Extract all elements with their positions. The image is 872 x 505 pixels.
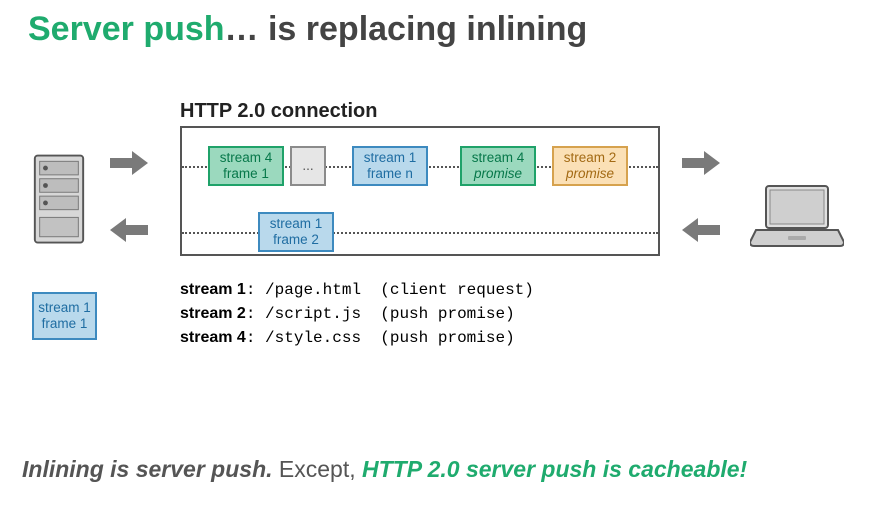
arrow-left-icon <box>680 215 722 245</box>
title-accent: Server push <box>28 10 225 48</box>
server-icon <box>30 150 88 250</box>
frame-stream2-promise: stream 2 promise <box>552 146 628 186</box>
frame-line1: stream 2 <box>564 150 617 166</box>
legend-note: (client request) <box>361 281 534 299</box>
laptop-icon <box>750 182 844 250</box>
connection-box: stream 4 frame 1 ... stream 1 frame n st… <box>180 126 660 256</box>
frame-line1: stream 1 <box>364 150 417 166</box>
frame-line2: promise <box>566 166 614 182</box>
legend-note: (push promise) <box>361 329 515 347</box>
frame-line2: promise <box>474 166 522 182</box>
frame-line1: stream 4 <box>220 150 273 166</box>
connection-label: HTTP 2.0 connection <box>180 100 377 123</box>
frame-line2: frame 2 <box>273 232 319 248</box>
frame-stream4-frame1: stream 4 frame 1 <box>208 146 284 186</box>
legend-row-1: stream 1: /page.html (client request) <box>180 278 534 302</box>
frame-line1: stream 1 <box>38 300 91 316</box>
legend-label: stream 2 <box>180 305 246 322</box>
frame-line2: frame 1 <box>223 166 269 182</box>
legend-path: : /script.js <box>246 305 361 323</box>
footer-accent: HTTP 2.0 server push is cacheable! <box>362 456 747 482</box>
title-rest: … is replacing inlining <box>225 10 588 48</box>
legend-label: stream 1 <box>180 281 246 298</box>
arrow-right-icon <box>108 148 150 178</box>
page-title: Server push… is replacing inlining <box>0 0 872 49</box>
frame-line1: stream 1 <box>270 216 323 232</box>
frame-stream1-frame2: stream 1 frame 2 <box>258 212 334 252</box>
legend-path: : /style.css <box>246 329 361 347</box>
legend-row-2: stream 2: /script.js (push promise) <box>180 302 534 326</box>
frame-stream4-promise: stream 4 promise <box>460 146 536 186</box>
frame-line1: stream 4 <box>472 150 525 166</box>
diagram: HTTP 2.0 connection stream 4 frame 1 ... <box>0 100 872 380</box>
footer-part2: Except, <box>273 456 362 482</box>
arrow-left-icon <box>108 215 150 245</box>
footer-text: Inlining is server push. Except, HTTP 2.… <box>22 456 747 483</box>
legend-note: (push promise) <box>361 305 515 323</box>
frame-server-output: stream 1 frame 1 <box>32 292 97 340</box>
frame-line2: frame 1 <box>42 316 88 332</box>
frame-line1: ... <box>302 158 313 174</box>
legend-row-3: stream 4: /style.css (push promise) <box>180 326 534 350</box>
frame-ellipsis: ... <box>290 146 326 186</box>
frame-line2: frame n <box>367 166 413 182</box>
legend-path: : /page.html <box>246 281 361 299</box>
footer-part1: Inlining is server push. <box>22 456 273 482</box>
frame-stream1-framen: stream 1 frame n <box>352 146 428 186</box>
stream-legend: stream 1: /page.html (client request) st… <box>180 278 534 351</box>
bottom-flow-line <box>182 232 658 234</box>
legend-label: stream 4 <box>180 329 246 346</box>
arrow-right-icon <box>680 148 722 178</box>
